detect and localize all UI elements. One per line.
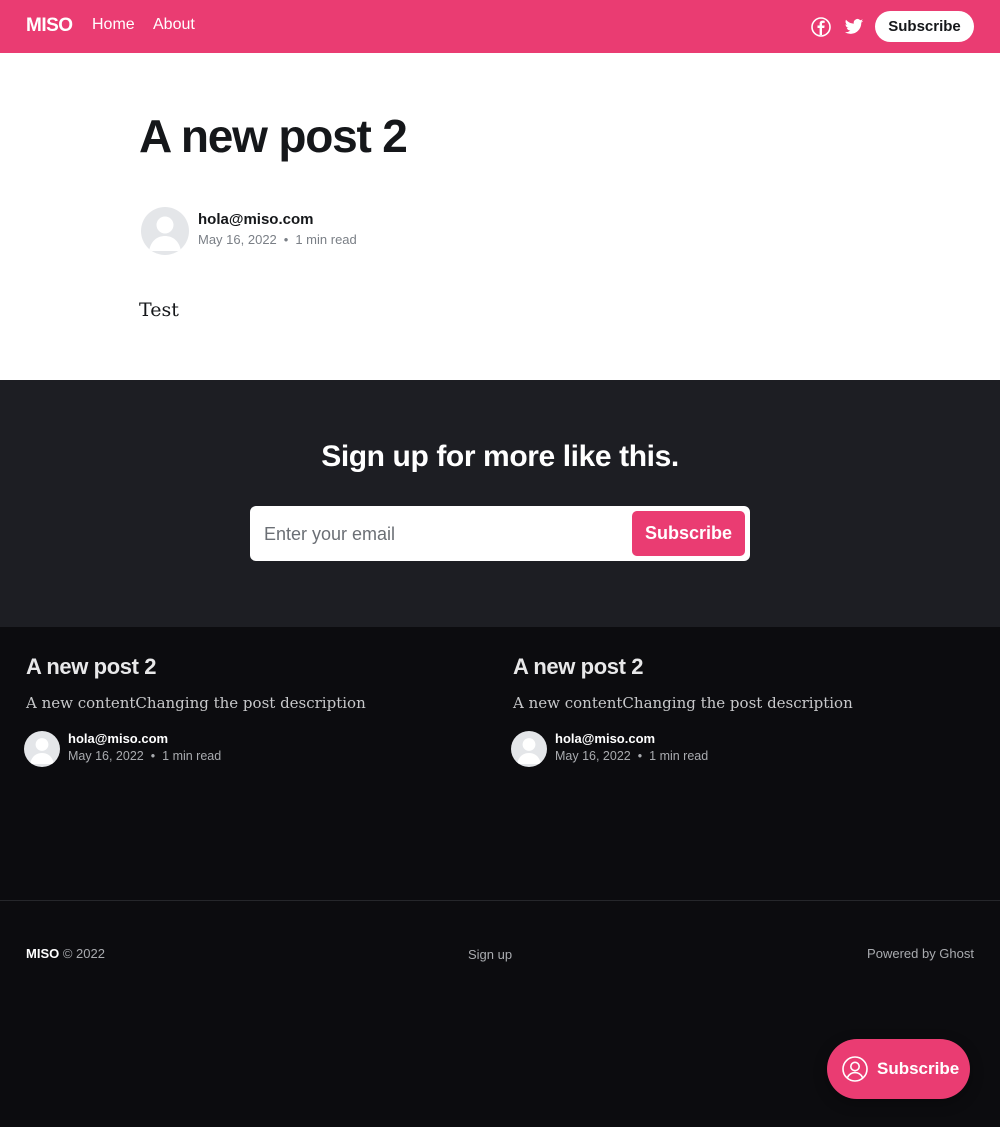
nav-home-link[interactable]: Home <box>92 16 135 34</box>
powered-by-link[interactable]: Powered by Ghost <box>867 946 974 961</box>
article: A new post 2 hola@miso.com May 16, 2022 •… <box>0 53 1000 380</box>
card-author-name[interactable]: hola@miso.com <box>68 731 168 746</box>
user-avatar-icon <box>30 738 54 764</box>
card-author-avatar[interactable] <box>511 731 547 767</box>
author-name[interactable]: hola@miso.com <box>198 211 313 228</box>
facebook-icon[interactable] <box>811 17 831 37</box>
user-avatar-icon <box>517 738 541 764</box>
copyright-text: © 2022 <box>62 946 105 961</box>
site-header: MISO Home About Subscribe <box>0 0 1000 53</box>
card-read-time: 1 min read <box>162 749 222 763</box>
card-meta: May 16, 2022 • 1 min read <box>68 749 221 763</box>
related-posts: A new post 2 A new contentChanging the p… <box>0 627 1000 900</box>
post-date: May 16, 2022 <box>198 232 277 247</box>
site-logo[interactable]: MISO <box>26 15 73 37</box>
card-read-time: 1 min read <box>649 749 709 763</box>
card-meta: May 16, 2022 • 1 min read <box>555 749 708 763</box>
card-excerpt: A new contentChanging the post descripti… <box>513 694 853 712</box>
post-body: Test <box>139 299 179 321</box>
user-circle-icon <box>842 1056 868 1082</box>
footer-brand-link[interactable]: MISO <box>26 946 59 961</box>
email-input[interactable] <box>264 520 614 548</box>
post-title: A new post 2 <box>139 110 408 162</box>
footer-copyright: MISO © 2022 <box>26 946 105 961</box>
read-time: 1 min read <box>295 232 357 247</box>
card-author-name[interactable]: hola@miso.com <box>555 731 655 746</box>
cta-title: Sign up for more like this. <box>321 440 679 473</box>
nav-about-link[interactable]: About <box>153 16 195 34</box>
signup-cta: Sign up for more like this. Subscribe <box>0 380 1000 627</box>
post-meta: May 16, 2022 • 1 min read <box>198 232 357 247</box>
meta-separator: • <box>283 232 289 247</box>
meta-separator: • <box>637 749 643 763</box>
post-card[interactable]: A new post 2 A new contentChanging the p… <box>487 627 957 787</box>
card-excerpt: A new contentChanging the post descripti… <box>26 694 366 712</box>
footer-signup-link[interactable]: Sign up <box>468 947 512 962</box>
card-date: May 16, 2022 <box>555 749 631 763</box>
header-subscribe-button[interactable]: Subscribe <box>875 11 974 42</box>
author-avatar[interactable] <box>141 207 189 255</box>
twitter-icon[interactable] <box>844 17 864 37</box>
post-card[interactable]: A new post 2 A new contentChanging the p… <box>0 627 470 787</box>
card-date: May 16, 2022 <box>68 749 144 763</box>
meta-separator: • <box>150 749 156 763</box>
card-title[interactable]: A new post 2 <box>26 654 156 680</box>
portal-subscribe-button[interactable]: Subscribe <box>827 1039 970 1099</box>
portal-label: Subscribe <box>877 1059 960 1078</box>
cta-subscribe-button[interactable]: Subscribe <box>632 511 745 556</box>
card-author-avatar[interactable] <box>24 731 60 767</box>
card-title[interactable]: A new post 2 <box>513 654 643 680</box>
user-avatar-icon <box>149 216 181 251</box>
